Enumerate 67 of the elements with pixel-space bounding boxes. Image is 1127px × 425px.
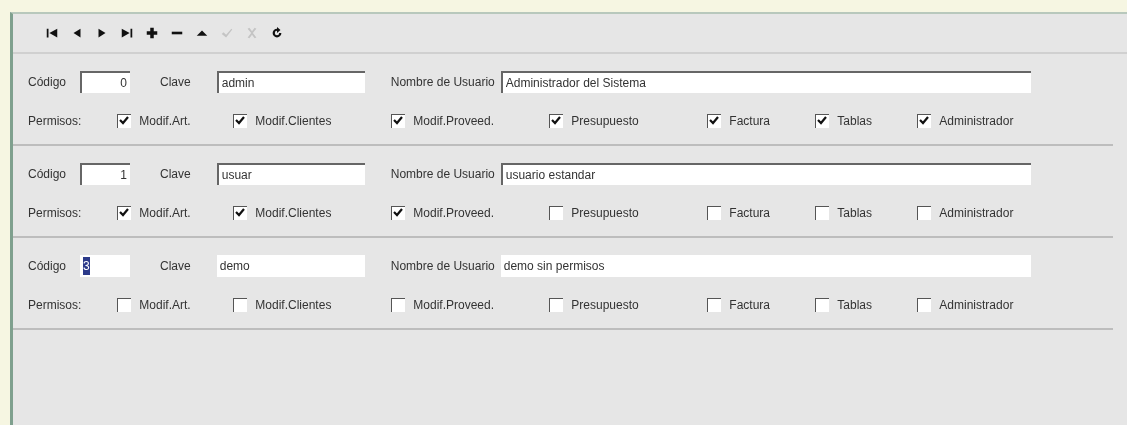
checkbox-label: Modif.Proveed. (413, 113, 495, 130)
checkbox-label: Factura (729, 297, 771, 314)
permisos-label: Permisos: (28, 205, 82, 222)
codigo-label: Código (28, 74, 67, 91)
nombre-field[interactable]: usuario estandar (500, 163, 1031, 185)
first-record-icon (44, 26, 59, 40)
checkbox-label: Tablas (837, 205, 873, 222)
permisos-label: Permisos: (28, 113, 82, 130)
checkbox[interactable] (233, 206, 248, 220)
checkbox[interactable] (917, 298, 932, 312)
checkbox-label: Administrador (939, 297, 1014, 314)
checkbox-label: Administrador (939, 205, 1014, 222)
codigo-label: Código (28, 258, 67, 275)
checkbox-label: Presupuesto (571, 297, 639, 314)
checkbox-label: Presupuesto (571, 205, 639, 222)
checkbox[interactable] (549, 206, 564, 220)
checkbox[interactable] (391, 206, 406, 220)
nombre-field[interactable]: demo sin permisos (500, 255, 1031, 277)
checkbox-label: Modif.Proveed. (413, 297, 495, 314)
checkbox[interactable] (917, 114, 932, 128)
clave-field[interactable]: demo (216, 255, 365, 277)
checkbox[interactable] (707, 114, 722, 128)
checkbox-label: Modif.Clientes (255, 113, 332, 130)
checkbox-label: Tablas (837, 113, 873, 130)
checkbox-label: Modif.Art. (139, 205, 191, 222)
checkbox-label: Tablas (837, 297, 873, 314)
checkbox[interactable] (117, 206, 132, 220)
clave-label: Clave (160, 74, 191, 91)
nombre-label: Nombre de Usuario (390, 74, 495, 91)
clave-label: Clave (160, 258, 191, 275)
clave-field[interactable]: admin (216, 71, 365, 93)
checkbox[interactable] (707, 298, 722, 312)
plus-icon (144, 26, 159, 40)
nombre-field[interactable]: Administrador del Sistema (500, 71, 1031, 93)
checkbox-label: Administrador (939, 113, 1014, 130)
codigo-field[interactable]: 0 (80, 71, 131, 93)
checkbox[interactable] (917, 206, 932, 220)
checkbox-label: Modif.Clientes (255, 297, 332, 314)
checkbox[interactable] (707, 206, 722, 220)
checkbox[interactable] (815, 114, 830, 128)
checkbox-label: Factura (729, 205, 771, 222)
checkbox[interactable] (233, 298, 248, 312)
last-record-icon (119, 26, 134, 40)
checkbox-label: Modif.Clientes (255, 205, 332, 222)
clave-label: Clave (160, 166, 191, 183)
checkbox-label: Factura (729, 113, 771, 130)
checkbox[interactable] (117, 114, 132, 128)
checkbox[interactable] (233, 114, 248, 128)
checkbox[interactable] (815, 298, 830, 312)
checkbox[interactable] (391, 114, 406, 128)
checkbox-label: Presupuesto (571, 113, 639, 130)
checkbox-label: Modif.Art. (139, 113, 191, 130)
checkmark-icon (219, 26, 234, 40)
checkbox[interactable] (549, 114, 564, 128)
clave-field[interactable]: usuar (216, 163, 365, 185)
nombre-label: Nombre de Usuario (390, 166, 495, 183)
codigo-label: Código (28, 166, 67, 183)
codigo-field[interactable]: 1 (80, 163, 131, 185)
permisos-label: Permisos: (28, 297, 82, 314)
checkbox-label: Modif.Art. (139, 297, 191, 314)
codigo-field[interactable]: 3 (80, 255, 131, 277)
nombre-label: Nombre de Usuario (390, 258, 495, 275)
checkbox-label: Modif.Proveed. (413, 205, 495, 222)
checkbox[interactable] (549, 298, 564, 312)
checkbox[interactable] (391, 298, 406, 312)
checkbox[interactable] (815, 206, 830, 220)
checkbox[interactable] (117, 298, 132, 312)
